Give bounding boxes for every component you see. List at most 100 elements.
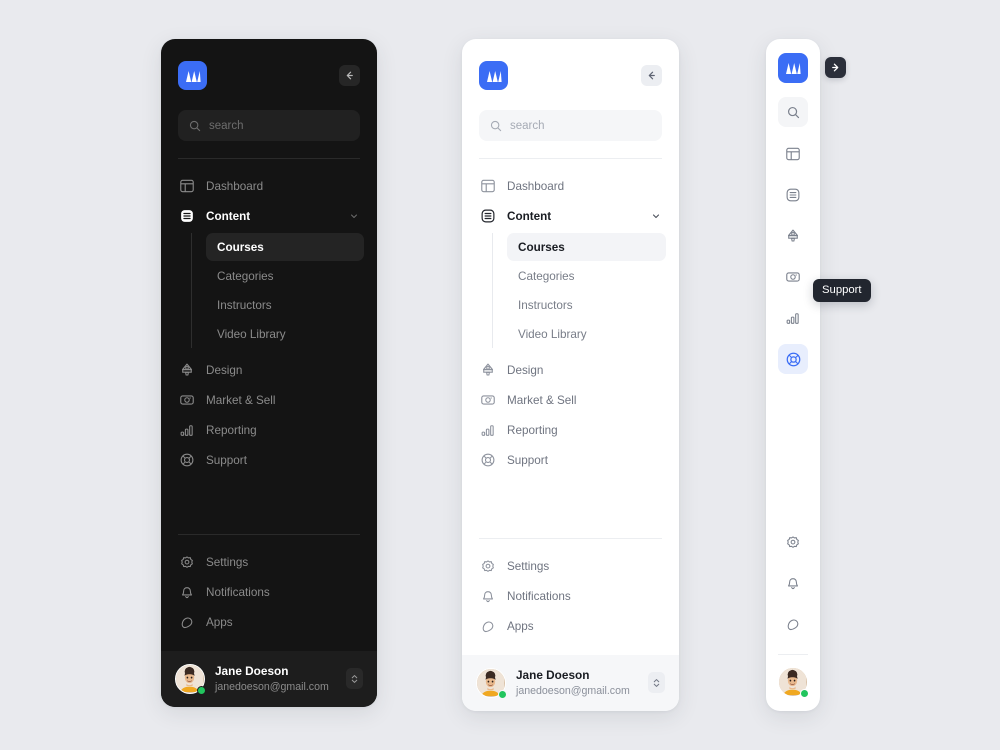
profile-meta: Jane Doeson janedoeson@gmail.com — [215, 664, 336, 694]
ink-drop-icon — [788, 229, 798, 242]
search-placeholder: search — [209, 119, 244, 132]
rail-item-dashboard[interactable] — [778, 139, 808, 169]
submenu-item-instructors[interactable]: Instructors — [507, 291, 666, 319]
sidebar-item-content[interactable]: Content — [475, 201, 666, 231]
rail-item-market-sell[interactable] — [778, 262, 808, 292]
sidebar-item-content[interactable]: Content — [174, 201, 364, 231]
submenu-item-instructors[interactable]: Instructors — [206, 291, 364, 319]
submenu-item-categories[interactable]: Categories — [206, 262, 364, 290]
profile-name: Jane Doeson — [516, 667, 590, 682]
sidebar-item-settings[interactable]: Settings — [475, 552, 666, 582]
expand-sidebar-button[interactable] — [825, 57, 846, 78]
ink-drop-icon — [483, 363, 493, 376]
screen: search Dashboard Content Courses Categor… — [0, 0, 1000, 750]
submenu-item-courses[interactable]: Courses — [507, 233, 666, 261]
sidebar-item-label: Settings — [507, 560, 550, 574]
sidebar-item-label: Design — [507, 363, 544, 377]
profile-button[interactable] — [778, 655, 809, 711]
avatar — [476, 667, 507, 699]
sidebar-item-label: Market & Sell — [507, 393, 577, 407]
profile-card[interactable]: Jane Doeson janedoeson@gmail.com — [462, 654, 679, 711]
sidebar-item-design[interactable]: Design — [475, 355, 666, 385]
rail-item-notifications[interactable] — [778, 569, 808, 599]
rail-item-content[interactable] — [778, 180, 808, 210]
collapse-sidebar-button[interactable] — [339, 65, 360, 86]
sidebar-item-market-sell[interactable]: Market & Sell — [174, 385, 364, 415]
search-input[interactable]: search — [479, 110, 662, 141]
profile-email: janedoeson@gmail.com — [215, 680, 329, 693]
layout-grid-icon — [180, 179, 194, 193]
sidebar-item-reporting[interactable]: Reporting — [475, 415, 666, 445]
chevron-down-icon[interactable] — [651, 211, 661, 221]
search-icon — [787, 106, 799, 118]
sidebar-item-label: Settings — [206, 556, 249, 570]
sidebar-item-apps[interactable]: Apps — [475, 612, 666, 642]
sidebar-item-label: Design — [206, 363, 243, 377]
rail-item-apps[interactable] — [778, 610, 808, 640]
bell-icon — [483, 590, 493, 602]
sidebar-item-label: Dashboard — [507, 179, 565, 193]
apps-icon — [181, 617, 193, 628]
status-badge — [800, 689, 809, 698]
submenu-item-categories[interactable]: Categories — [507, 262, 666, 290]
chevron-up-down-icon — [653, 678, 660, 687]
sidebar-item-notifications[interactable]: Notifications — [475, 582, 666, 612]
status-badge — [498, 689, 507, 699]
bar-chart-icon — [180, 425, 193, 436]
submenu-item-courses[interactable]: Courses — [206, 233, 364, 261]
sidebar-item-notifications[interactable]: Notifications — [174, 578, 364, 608]
sidebar-item-label: Content — [206, 209, 251, 223]
camera-tag-icon — [481, 395, 495, 405]
sidebar-header-dark — [161, 39, 377, 90]
sidebar-header-light — [462, 39, 679, 90]
search-container-dark: search — [161, 90, 377, 141]
sidebar-item-support[interactable]: Support — [475, 445, 666, 475]
arrow-right-icon — [832, 63, 839, 72]
bell-icon — [182, 586, 192, 598]
camera-tag-icon — [180, 395, 194, 405]
search-placeholder: search — [510, 119, 545, 132]
sidebar-item-label: Apps — [507, 620, 534, 634]
bar-chart-icon — [786, 313, 799, 324]
sidebar-item-reporting[interactable]: Reporting — [174, 415, 364, 445]
sidebar-item-label: Apps — [206, 616, 233, 630]
brand-logo[interactable] — [178, 61, 207, 90]
lifebuoy-icon — [180, 453, 194, 467]
search-input[interactable]: search — [178, 110, 360, 141]
submenu-item-video-library[interactable]: Video Library — [206, 320, 364, 348]
sidebar-item-design[interactable]: Design — [174, 355, 364, 385]
profile-card[interactable]: Jane Doeson janedoeson@gmail.com — [161, 650, 377, 707]
sidebar-light: search Dashboard Content Courses Categor… — [462, 39, 679, 711]
flex-spacer — [766, 374, 820, 528]
collapse-sidebar-button[interactable] — [641, 65, 662, 86]
bell-icon — [788, 578, 798, 590]
search-button[interactable] — [778, 97, 808, 127]
rail-item-design[interactable] — [778, 221, 808, 251]
sidebar-item-support[interactable]: Support — [174, 445, 364, 475]
apps-icon — [787, 619, 799, 631]
sidebar-item-market-sell[interactable]: Market & Sell — [475, 385, 666, 415]
rail-item-settings[interactable] — [778, 528, 808, 558]
chevron-down-icon[interactable] — [349, 211, 359, 221]
sidebar-item-dashboard[interactable]: Dashboard — [475, 171, 666, 201]
sidebar-item-dashboard[interactable]: Dashboard — [174, 171, 364, 201]
sidebar-item-settings[interactable]: Settings — [174, 548, 364, 578]
brand-logo[interactable] — [479, 61, 508, 90]
submenu-item-video-library[interactable]: Video Library — [507, 320, 666, 348]
avatar — [175, 663, 206, 695]
account-switch-button[interactable] — [346, 668, 363, 690]
content-submenu-light: Courses Categories Instructors Video Lib… — [492, 233, 666, 348]
sidebar-item-apps[interactable]: Apps — [174, 608, 364, 638]
brand-logo[interactable] — [778, 53, 808, 83]
rail-item-support[interactable] — [778, 344, 808, 374]
account-switch-button[interactable] — [648, 672, 665, 694]
flex-spacer — [462, 475, 679, 521]
gear-icon — [787, 536, 799, 548]
secondary-nav-light: Settings Notifications Apps — [462, 539, 679, 655]
rail-item-reporting[interactable] — [778, 303, 808, 333]
ink-drop-icon — [182, 363, 192, 376]
mountain-logo-icon — [786, 63, 801, 74]
content-layers-icon — [786, 188, 800, 202]
arrow-left-icon — [346, 71, 353, 80]
lifebuoy-icon — [786, 352, 800, 366]
